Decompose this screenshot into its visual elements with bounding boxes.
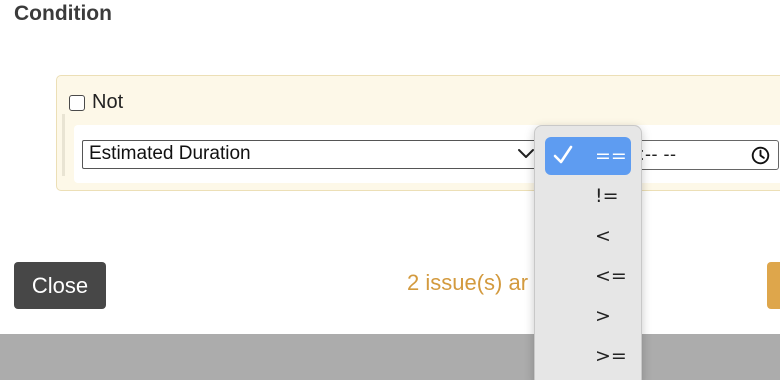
operator-option-label: > <box>595 305 611 327</box>
operator-dropdown[interactable]: == != < <= > >= <box>534 125 642 380</box>
field-select[interactable]: Estimated Duration <box>82 140 540 169</box>
operator-option-label: <= <box>595 265 627 287</box>
close-button[interactable]: Close <box>14 262 106 309</box>
dialog: Condition Not Estimated Duration -:-- --… <box>0 0 780 380</box>
operator-option-label: >= <box>595 345 627 367</box>
duration-time-input[interactable]: -:-- -- <box>620 140 779 170</box>
operator-option-lt[interactable]: < <box>545 217 631 255</box>
operator-option-gt[interactable]: > <box>545 297 631 335</box>
checkmark-icon <box>553 145 573 164</box>
operator-option-lte[interactable]: <= <box>545 257 631 295</box>
not-checkbox[interactable] <box>69 94 85 111</box>
not-label: Not <box>92 91 124 113</box>
operator-option-label: == <box>595 145 627 167</box>
modal-backdrop-strip <box>0 334 780 380</box>
group-indent-bar <box>62 114 65 176</box>
clock-icon[interactable] <box>751 146 770 165</box>
not-toggle[interactable]: Not <box>69 91 123 114</box>
operator-option-label: != <box>595 185 619 207</box>
operator-option-neq[interactable]: != <box>545 177 631 215</box>
operator-option-eq[interactable]: == <box>545 137 631 175</box>
save-button[interactable] <box>767 262 780 309</box>
chevron-down-icon <box>518 149 534 158</box>
operator-option-label: < <box>595 225 611 247</box>
field-select-value: Estimated Duration <box>89 143 251 164</box>
dialog-title: Condition <box>14 2 112 25</box>
operator-option-gte[interactable]: >= <box>545 337 631 375</box>
